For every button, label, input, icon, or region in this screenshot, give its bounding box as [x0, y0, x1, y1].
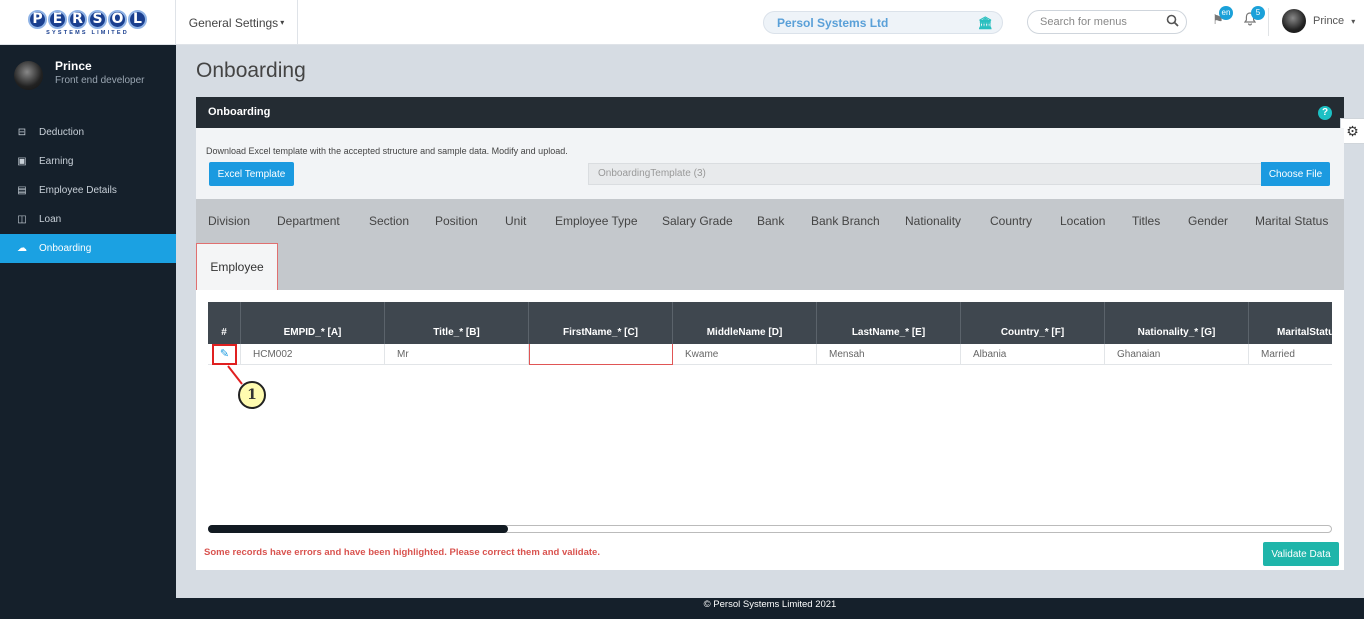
- callout-number: 1: [238, 381, 266, 409]
- footer-copyright: © Persol Systems Limited 2021: [176, 598, 1364, 619]
- callout-pointer: [227, 365, 243, 385]
